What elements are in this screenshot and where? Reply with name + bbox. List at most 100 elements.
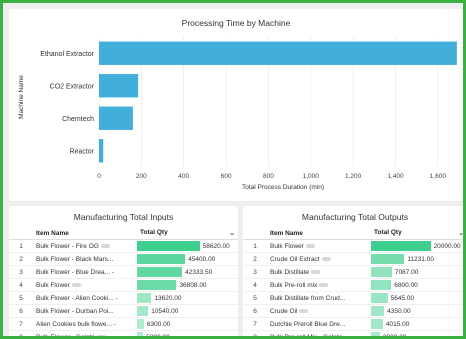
item-name-cell: Bulk Flower - Fire OG — [33, 239, 137, 253]
outputs-header-item-name[interactable]: Item Name — [267, 227, 371, 240]
table-row[interactable]: 3 Bulk Flower - Blue Drea... - 42333.50 — [9, 265, 238, 279]
total-qty: 36808.00 — [179, 281, 207, 289]
table-row[interactable]: 5 Bulk Distillate from Crud... 5645.00 — [243, 291, 463, 305]
table-row[interactable]: 4 Bulk Flower 36808.00 — [9, 278, 238, 292]
table-row[interactable]: 1 Bulk Flower - Fire OG 58620.00 — [9, 239, 238, 253]
x-tick-label: 1,000 — [303, 173, 320, 180]
total-qty-cell: 4350.00 — [371, 304, 463, 318]
sort-descending-icon[interactable]: ⌄ — [458, 229, 463, 237]
item-tag-badge — [100, 243, 110, 248]
total-qty-cell: 4015.00 — [371, 317, 463, 331]
item-name: Bulk Flower — [270, 242, 304, 250]
qty-bar — [371, 293, 388, 303]
bar-chemtech[interactable] — [99, 106, 133, 130]
item-name: Bulk Flower - Alien Cooki... - — [36, 294, 118, 302]
total-qty-cell: 11231.00 — [371, 252, 463, 266]
total-qty: 7087.00 — [394, 268, 419, 276]
outputs-header-index — [243, 227, 267, 240]
manufacturing-outputs-panel: Manufacturing Total Outputs Item Name To… — [243, 206, 463, 339]
qty-bar — [371, 254, 405, 264]
table-row[interactable]: 2 Crude Oil Extract 11231.00 — [243, 252, 463, 266]
total-qty: 5800.00 — [146, 333, 170, 339]
inputs-header-row: Item Name Total Qty ⌄ — [9, 227, 238, 240]
item-name: Bulk Distillate — [270, 268, 310, 276]
outputs-header-row: Item Name Total Qty ⌄ — [243, 227, 463, 240]
category-label: Reactor — [69, 148, 94, 155]
table-row[interactable]: 6 Crude Oil 4350.00 — [243, 304, 463, 318]
total-qty: 13620.00 — [154, 294, 182, 302]
item-name-cell: Crude Oil Extract — [267, 252, 371, 266]
item-name-cell: Bulk Flower — [267, 239, 371, 253]
item-tag-badge — [96, 334, 106, 336]
row-index: 4 — [243, 278, 267, 292]
total-qty-cell: 6800.00 — [371, 278, 463, 292]
qty-bar — [137, 241, 200, 251]
inputs-header-item-name[interactable]: Item Name — [33, 227, 137, 240]
table-row[interactable]: 3 Bulk Distillate 7087.00 — [243, 265, 463, 279]
inputs-header-total-qty-label: Total Qty — [140, 229, 168, 236]
item-tag-badge — [299, 308, 309, 313]
bar-reactor[interactable] — [99, 139, 104, 163]
sort-descending-icon[interactable]: ⌄ — [229, 229, 235, 237]
row-index: 3 — [243, 265, 267, 279]
inputs-header-total-qty[interactable]: Total Qty ⌄ — [137, 227, 238, 240]
item-name-cell: Bulk Pre-roll mix — [267, 278, 371, 292]
total-qty-cell: 58620.00 — [137, 239, 238, 253]
table-row[interactable]: 5 Bulk Flower - Alien Cooki... - 13620.00 — [9, 291, 238, 305]
total-qty-cell: 5800.00 — [137, 330, 238, 339]
inputs-title: Manufacturing Total Inputs — [73, 212, 174, 222]
table-row[interactable]: 2 Bulk Flower - Black Mars... 45400.00 — [9, 252, 238, 266]
total-qty: 42333.50 — [185, 268, 213, 276]
qty-bar — [371, 332, 380, 336]
x-tick-label: 0 — [97, 173, 101, 180]
item-name: Alien Cookies bulk flowe... - — [36, 320, 116, 328]
total-qty-cell: 13620.00 — [137, 291, 238, 305]
table-row[interactable]: 8 Bulk Pre-roll Mix - Gelato... 2900.00 — [243, 330, 463, 339]
qty-bar — [137, 306, 149, 316]
item-tag-badge — [305, 243, 315, 248]
item-name-cell: Bulk Flower - Gelato — [33, 330, 137, 336]
qty-bar — [371, 280, 392, 290]
total-qty: 20000.00 — [433, 242, 461, 250]
total-qty: 4350.00 — [387, 307, 411, 315]
item-name-cell: Bulk Flower - Blue Drea... - — [33, 265, 137, 279]
qty-bar — [371, 267, 392, 277]
item-name-cell: Bulk Flower — [33, 278, 137, 292]
item-name-cell: Bulk Flower - Alien Cooki... - — [33, 291, 137, 305]
x-tick-label: 600 — [221, 173, 232, 180]
category-label: Ethanol Extractor — [40, 51, 94, 58]
table-row[interactable]: 1 Bulk Flower 20000.00 — [243, 239, 463, 253]
item-name: Crude Oil — [270, 307, 298, 315]
item-name: Bulk Flower - Black Mars... — [36, 255, 114, 263]
bar-co2-extractor[interactable] — [99, 74, 139, 98]
x-tick-label: 1,400 — [387, 173, 404, 180]
item-tag-badge — [71, 282, 81, 287]
row-index: 8 — [243, 330, 267, 336]
total-qty-cell: 42333.50 — [137, 265, 238, 279]
table-row[interactable]: 8 Bulk Flower - Gelato 5800.00 — [9, 330, 238, 339]
total-qty: 5645.00 — [390, 294, 415, 302]
item-tag-badge — [319, 282, 329, 287]
x-tick-label: 1,200 — [345, 173, 362, 180]
item-name-cell: Bulk Distillate — [267, 265, 371, 279]
row-index: 5 — [243, 291, 267, 305]
qty-bar — [137, 319, 144, 329]
item-name: Bulk Pre-roll mix — [270, 281, 318, 289]
bar-ethanol-extractor[interactable] — [99, 41, 457, 65]
total-qty: 10540.00 — [151, 307, 179, 315]
row-index: 2 — [243, 252, 267, 266]
table-row[interactable]: 7 Dutchie Preroll Blue Dre... 4015.00 — [243, 317, 463, 331]
processing-time-chart-panel: Processing Time by Machine Machine Name … — [9, 9, 463, 201]
table-row[interactable]: 4 Bulk Pre-roll mix 6800.00 — [243, 278, 463, 292]
table-row[interactable]: 7 Alien Cookies bulk flowe... - 6300.00 — [9, 317, 238, 331]
table-row[interactable]: 6 Bulk Flower - Durban Poi... 10540.00 — [9, 304, 238, 318]
qty-bar — [371, 319, 383, 329]
item-name: Crude Oil Extract — [270, 255, 320, 263]
row-index: 1 — [9, 239, 33, 253]
outputs-header-total-qty[interactable]: Total Qty ⌄ — [371, 227, 463, 240]
total-qty-cell: 45400.00 — [137, 252, 238, 266]
item-name-cell: Dutchie Preroll Blue Dre... — [267, 317, 371, 331]
outputs-title: Manufacturing Total Outputs — [301, 212, 409, 222]
total-qty: 2900.00 — [382, 333, 407, 339]
x-tick-label: 800 — [263, 173, 274, 180]
